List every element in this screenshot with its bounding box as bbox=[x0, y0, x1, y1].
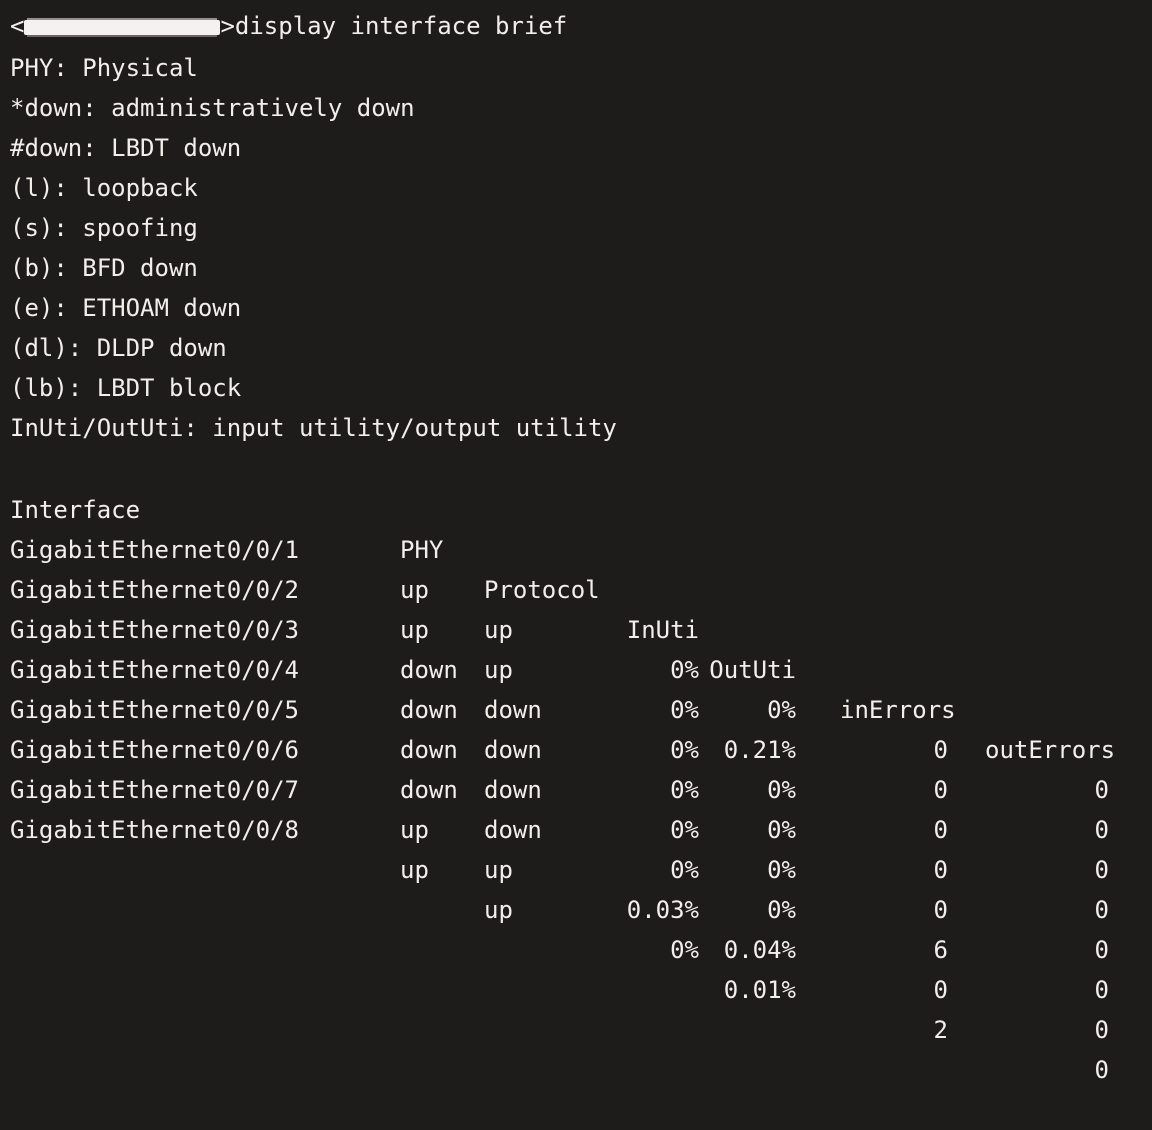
legend-line-bfd-down: (b): BFD down bbox=[10, 254, 198, 282]
table-row: GigabitEthernet0/0/7 up up 0.03% 0.04% 0… bbox=[0, 730, 1152, 1044]
table-row: GigabitEthernet0/0/6 down down 0% 0% 6 0 bbox=[0, 690, 1152, 1004]
cell-inerrors: 0 bbox=[933, 816, 948, 844]
table-row: GigabitEthernet0/0/2 up up 0% 0.21% 0 0 bbox=[0, 530, 1152, 844]
cell-phy: up bbox=[400, 856, 429, 884]
legend-line-phy: PHY: Physical bbox=[10, 54, 198, 82]
cell-oututi: 0% bbox=[767, 856, 796, 884]
cell-interface: GigabitEthernet0/0/8 bbox=[10, 816, 299, 844]
command-prompt-line: < > display interface brief bbox=[10, 6, 567, 46]
cell-phy: up bbox=[400, 816, 429, 844]
cell-outerrors: 0 bbox=[1094, 1056, 1109, 1084]
cell-outerrors: 0 bbox=[1094, 816, 1109, 844]
cell-inerrors: 0 bbox=[933, 856, 948, 884]
cell-oututi: 0.01% bbox=[723, 976, 796, 1004]
cell-inerrors: 0 bbox=[933, 896, 948, 924]
legend-line-ethoam-down: (e): ETHOAM down bbox=[10, 294, 242, 322]
legend-line-loopback: (l): loopback bbox=[10, 174, 198, 202]
cell-outerrors: 0 bbox=[1094, 936, 1109, 964]
terminal-window[interactable]: display interface brief prompt y < > dis… bbox=[0, 0, 1152, 1084]
table-header-row: Interface PHY Protocol InUti OutUti inEr… bbox=[0, 450, 1152, 764]
cell-inuti: 0% bbox=[670, 816, 699, 844]
cell-inerrors: 0 bbox=[933, 976, 948, 1004]
cell-outerrors: 0 bbox=[1094, 976, 1109, 1004]
prompt-open-bracket: < bbox=[10, 12, 25, 40]
cell-inerrors: 2 bbox=[933, 1016, 948, 1044]
cell-inerrors: 6 bbox=[933, 936, 948, 964]
cell-outerrors: 0 bbox=[1094, 1016, 1109, 1044]
legend-line-lbdt-down: #down: LBDT down bbox=[10, 134, 242, 162]
table-row: GigabitEthernet0/0/5 down down 0% 0% 0 0 bbox=[0, 650, 1152, 964]
cell-outerrors: 0 bbox=[1094, 896, 1109, 924]
cell-oututi: 0% bbox=[767, 816, 796, 844]
cell-protocol: up bbox=[484, 896, 513, 924]
cell-inuti: 0% bbox=[670, 936, 699, 964]
cell-inuti: 0% bbox=[670, 856, 699, 884]
legend-line-admin-down: *down: administratively down bbox=[10, 94, 415, 122]
table-row: GigabitEthernet0/0/8 up up 0% 0.01% 2 0 bbox=[0, 770, 1152, 1084]
legend-line-spoofing: (s): spoofing bbox=[10, 214, 198, 242]
cell-oututi: 0.04% bbox=[723, 936, 796, 964]
cell-inuti: 0.03% bbox=[626, 896, 699, 924]
cell-oututi: 0% bbox=[767, 896, 796, 924]
cell-protocol: down bbox=[484, 816, 542, 844]
legend-line-dldp-down: (dl): DLDP down bbox=[10, 334, 227, 362]
command-text: display interface brief bbox=[234, 12, 568, 40]
cell-outerrors: 0 bbox=[1094, 856, 1109, 884]
legend-line-lbdt-block: (lb): LBDT block bbox=[10, 374, 242, 402]
prompt-close-bracket: > bbox=[220, 12, 235, 40]
table-row: GigabitEthernet0/0/3 down down 0% 0% 0 0 bbox=[0, 570, 1152, 884]
redacted-hostname bbox=[24, 19, 221, 35]
table-row: GigabitEthernet0/0/1 up up 0% 0% 0 0 bbox=[0, 490, 1152, 804]
cell-protocol: up bbox=[484, 856, 513, 884]
table-row: GigabitEthernet0/0/4 down down 0% 0% 0 0 bbox=[0, 610, 1152, 924]
legend-line-inuti-oututi: InUti/OutUti: input utility/output utili… bbox=[10, 414, 617, 442]
